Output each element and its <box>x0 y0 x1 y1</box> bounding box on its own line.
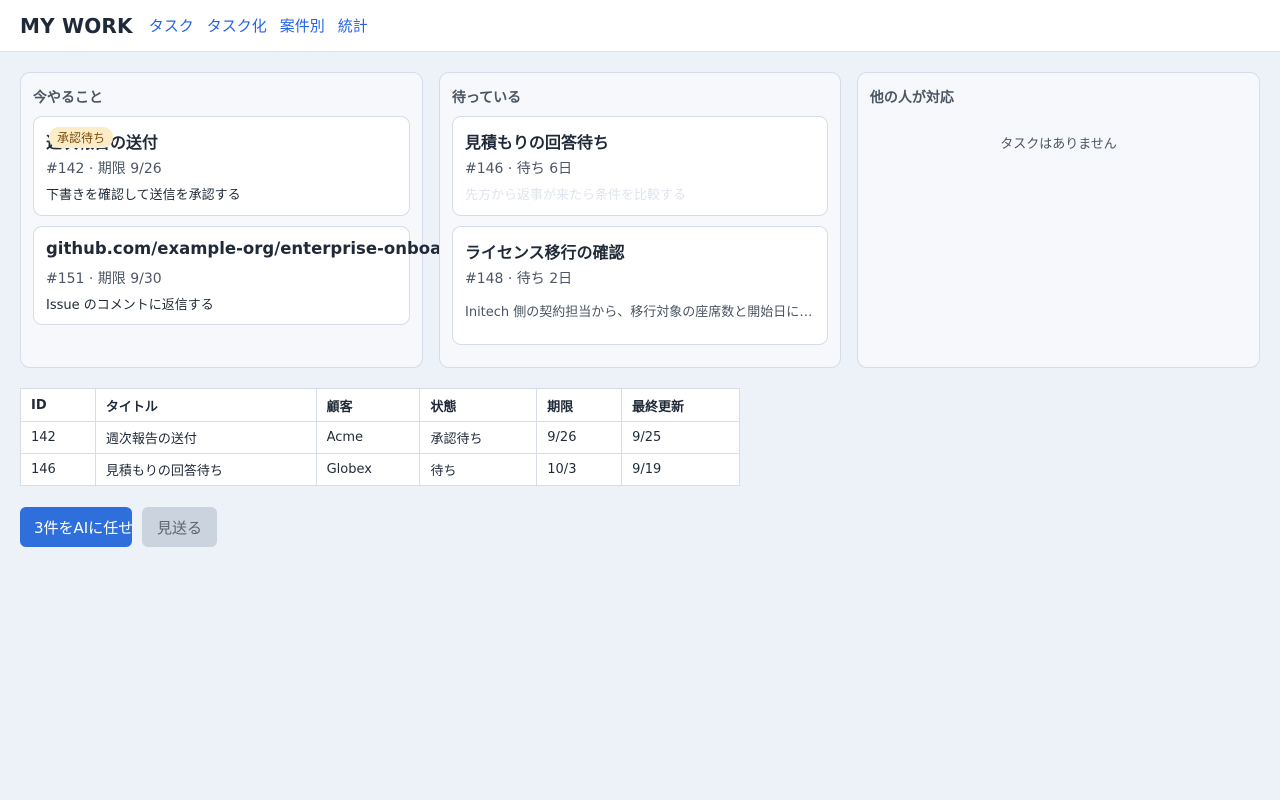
cell-updated: 9/25 <box>621 421 740 454</box>
table-header-row: ID タイトル 顧客 状態 期限 最終更新 <box>20 388 740 422</box>
card-title: ライセンス移行の確認 <box>465 243 625 262</box>
top-nav-bar: MY WORK タスク タスク化 案件別 統計 <box>0 0 1280 52</box>
cell-id: 146 <box>20 453 96 486</box>
cell-status: 待ち <box>419 453 538 486</box>
task-card[interactable]: github.com/example-org/enterprise-onboar… <box>33 226 508 325</box>
cell-due: 9/26 <box>536 421 623 454</box>
card-meta: #146 · 待ち 6日 <box>465 161 573 177</box>
column-title: 他の人が対応 <box>870 90 954 106</box>
cell-customer: Globex <box>315 453 421 486</box>
nav-link-tasks[interactable]: タスク <box>149 15 194 36</box>
task-table: ID タイトル 顧客 状態 期限 最終更新 142 週次報告の送付 Acme 承… <box>20 388 740 486</box>
nav-link-stats[interactable]: 統計 <box>338 15 368 36</box>
nav-link-by-project[interactable]: 案件別 <box>280 15 325 36</box>
column-header-updated[interactable]: 最終更新 <box>621 388 740 422</box>
cell-title: 見積もりの回答待ち <box>94 453 317 486</box>
column-title: 今やること <box>33 90 103 106</box>
cell-status: 承認待ち <box>419 421 538 454</box>
card-note: 下書きを確認して送信を承認する <box>46 188 241 203</box>
card-title: 見積もりの回答待ち <box>465 133 610 152</box>
column-header-customer[interactable]: 顧客 <box>315 388 421 422</box>
card-note: Initech 側の契約担当から、移行対象の座席数と開始日について <box>465 305 813 320</box>
column-header-status[interactable]: 状態 <box>419 388 538 422</box>
app-brand[interactable]: MY WORK <box>20 14 133 38</box>
cell-id: 142 <box>20 421 96 454</box>
nav-link-taskify[interactable]: タスク化 <box>207 15 267 36</box>
column-header-title[interactable]: タイトル <box>94 388 317 422</box>
column-others: 他の人が対応 タスクはありません <box>857 72 1260 368</box>
table-row[interactable]: 146 見積もりの回答待ち Globex 待ち 10/3 9/19 <box>20 453 740 486</box>
column-waiting: 待っている 見積もりの回答待ち #146 · 待ち 6日 先方から返事が来たら条… <box>439 72 841 368</box>
empty-state: タスクはありません <box>1000 137 1117 152</box>
cell-due: 10/3 <box>536 453 623 486</box>
cell-updated: 9/19 <box>621 453 740 486</box>
task-card[interactable]: 週次報告の送付 承認待ち #142 · 期限 9/26 下書きを確認して送信を承… <box>33 116 410 216</box>
card-meta: #151 · 期限 9/30 <box>46 271 162 287</box>
cell-customer: Acme <box>315 421 421 454</box>
column-do-now: 今やること 週次報告の送付 承認待ち #142 · 期限 9/26 下書きを確認… <box>20 72 508 368</box>
task-card[interactable]: ライセンス移行の確認 #148 · 待ち 2日 Initech 側の契約担当から… <box>452 226 828 345</box>
column-title: 待っている <box>452 90 522 106</box>
card-note: Issue のコメントに返信する <box>46 298 214 313</box>
skip-button[interactable]: 見送る <box>142 507 217 547</box>
cell-title: 週次報告の送付 <box>94 421 317 454</box>
delegate-to-ai-button[interactable]: 3件をAIに任せる <box>20 507 132 547</box>
task-card[interactable]: 見積もりの回答待ち #146 · 待ち 6日 先方から返事が来たら条件を比較する <box>452 116 828 216</box>
card-note: 先方から返事が来たら条件を比較する <box>465 188 687 203</box>
column-header-due[interactable]: 期限 <box>536 388 623 422</box>
card-meta: #148 · 待ち 2日 <box>465 271 573 287</box>
card-meta: #142 · 期限 9/26 <box>46 161 162 177</box>
column-header-id[interactable]: ID <box>20 388 96 422</box>
table-row[interactable]: 142 週次報告の送付 Acme 承認待ち 9/26 9/25 <box>20 421 740 454</box>
status-badge: 承認待ち <box>49 127 114 148</box>
